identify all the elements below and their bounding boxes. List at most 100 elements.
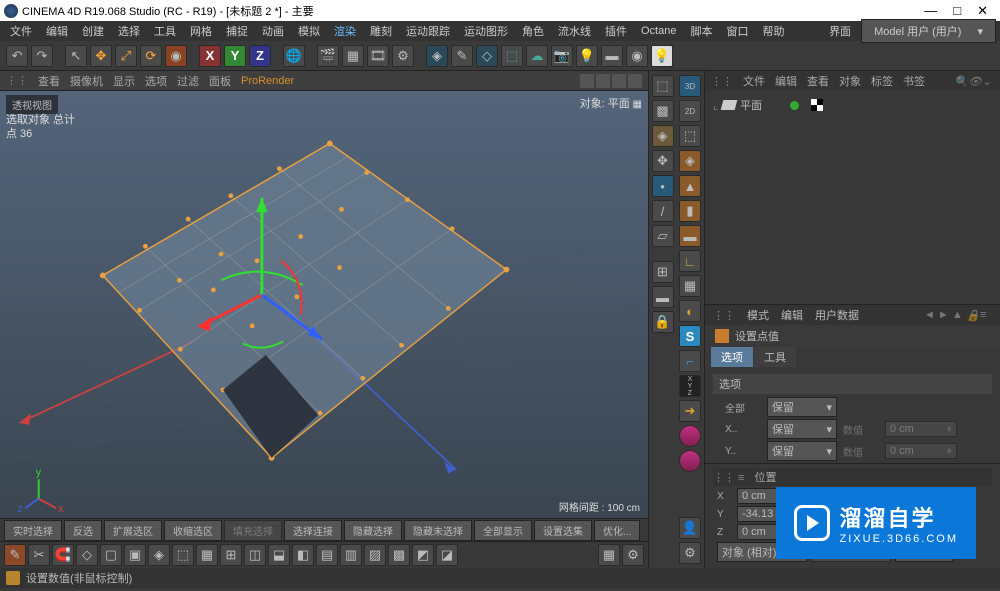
- redo-button[interactable]: ↷: [31, 45, 53, 67]
- all-dropdown[interactable]: 保留▾: [767, 397, 837, 417]
- viewport-3d[interactable]: x y z 透视视图 对象: 平面 ▦ 选取对象 总计 点 36 网格间距 : …: [0, 91, 648, 518]
- vp-menu-camera[interactable]: 摄像机: [70, 73, 103, 89]
- minimize-button[interactable]: —: [924, 3, 937, 19]
- tool-13[interactable]: ▩: [388, 544, 410, 566]
- sc-xyz[interactable]: XYZ: [679, 375, 701, 397]
- render-settings[interactable]: ⚙: [392, 45, 414, 67]
- btn-hide-sel[interactable]: 隐藏选择: [344, 520, 402, 541]
- vp-nav-orbit-icon[interactable]: [612, 74, 626, 88]
- object-row-plane[interactable]: ⌞ 平面: [713, 95, 992, 115]
- x-num-input[interactable]: 0 cm♦: [885, 421, 957, 437]
- obj-menu-bookmarks[interactable]: 书签: [903, 73, 925, 89]
- attr-fwd-icon[interactable]: ►: [938, 309, 950, 321]
- sc-2[interactable]: 2D: [679, 100, 701, 122]
- sc-angle[interactable]: ∟: [679, 250, 701, 272]
- sc-user[interactable]: 👤: [679, 517, 701, 539]
- menu-select[interactable]: 选择: [112, 21, 146, 41]
- x-dropdown[interactable]: 保留▾: [767, 419, 837, 439]
- menu-mesh[interactable]: 网格: [184, 21, 218, 41]
- tool-9[interactable]: ◧: [292, 544, 314, 566]
- vp-menu-prorender[interactable]: ProRender: [241, 75, 294, 87]
- eye-icon[interactable]: 👁: [968, 75, 980, 87]
- btn-live-select[interactable]: 实时选择: [4, 520, 62, 541]
- sc-cone[interactable]: ▲: [679, 175, 701, 197]
- attr-menu-edit[interactable]: 编辑: [781, 307, 803, 323]
- visibility-editor-dot[interactable]: [790, 101, 799, 110]
- tool-brush[interactable]: ✎: [4, 544, 26, 566]
- search-icon[interactable]: 🔍: [954, 75, 966, 87]
- snap-settings[interactable]: ⚙: [622, 544, 644, 566]
- sc-sphere1[interactable]: [679, 425, 701, 447]
- vp-menu-options[interactable]: 选项: [145, 73, 167, 89]
- menu-help[interactable]: 帮助: [756, 21, 790, 41]
- sc-arrow[interactable]: ➜: [679, 400, 701, 422]
- attr-menu-userdata[interactable]: 用户数据: [815, 307, 859, 323]
- tool-6[interactable]: ⊞: [220, 544, 242, 566]
- obj-menu-view[interactable]: 查看: [807, 73, 829, 89]
- axis-x-toggle[interactable]: X: [199, 45, 221, 67]
- sc-3[interactable]: ⬚: [679, 125, 701, 147]
- render-view[interactable]: 🎬: [317, 45, 339, 67]
- tool-poly[interactable]: ◇: [76, 544, 98, 566]
- rotate-tool[interactable]: ⟳: [140, 45, 162, 67]
- tool-2[interactable]: ▣: [124, 544, 146, 566]
- texture-tag-icon[interactable]: [811, 99, 823, 111]
- tool-magnet[interactable]: 🧲: [52, 544, 74, 566]
- object-name[interactable]: 平面: [740, 97, 762, 113]
- mode-points[interactable]: •: [652, 175, 674, 197]
- menu-plugins[interactable]: 插件: [599, 21, 633, 41]
- prim-spline[interactable]: ✎: [451, 45, 473, 67]
- tool-8[interactable]: ⬓: [268, 544, 290, 566]
- obj-menu-tags[interactable]: 标签: [871, 73, 893, 89]
- tool-10[interactable]: ▤: [316, 544, 338, 566]
- sc-disc[interactable]: ◐: [679, 300, 701, 322]
- camera[interactable]: 📷: [551, 45, 573, 67]
- obj-menu-edit[interactable]: 编辑: [775, 73, 797, 89]
- mode-edges[interactable]: /: [652, 200, 674, 222]
- menu-octane[interactable]: Octane: [635, 23, 682, 39]
- sc-s[interactable]: S: [679, 325, 701, 347]
- snap-toggle[interactable]: ▦: [598, 544, 620, 566]
- layout-dropdown[interactable]: Model 用户 (用户)▾: [861, 19, 996, 43]
- last-tool[interactable]: ◉: [165, 45, 187, 67]
- tool-7[interactable]: ◫: [244, 544, 266, 566]
- btn-shrink[interactable]: 收缩选区: [164, 520, 222, 541]
- mode-model[interactable]: ⬚: [652, 75, 674, 97]
- tool-4[interactable]: ⬚: [172, 544, 194, 566]
- vp-nav-layout-icon[interactable]: [628, 74, 642, 88]
- vp-menu-filter[interactable]: 过滤: [177, 73, 199, 89]
- tag[interactable]: ◉: [626, 45, 648, 67]
- mode-object[interactable]: ◈: [652, 125, 674, 147]
- y-num-input[interactable]: 0 cm♦: [885, 443, 957, 459]
- axis-y-toggle[interactable]: Y: [224, 45, 246, 67]
- tool-3[interactable]: ◈: [148, 544, 170, 566]
- menu-edit[interactable]: 编辑: [40, 21, 74, 41]
- sc-sphere2[interactable]: [679, 450, 701, 472]
- tool-15[interactable]: ◪: [436, 544, 458, 566]
- attr-lock-icon[interactable]: 🔒: [966, 309, 978, 321]
- obj-menu-file[interactable]: 文件: [743, 73, 765, 89]
- sc-pipe[interactable]: ⌐: [679, 350, 701, 372]
- cursor-tool[interactable]: ↖: [65, 45, 87, 67]
- menu-pipeline[interactable]: 流水线: [552, 21, 597, 41]
- light[interactable]: 💡: [576, 45, 598, 67]
- vp-nav-pan-icon[interactable]: [580, 74, 594, 88]
- sc-1[interactable]: 3D: [679, 75, 701, 97]
- sc-cylinder[interactable]: ▮: [679, 200, 701, 222]
- attr-menu-icon[interactable]: ≡: [980, 309, 992, 321]
- menu-mograph[interactable]: 运动图形: [458, 21, 514, 41]
- tool-12[interactable]: ▨: [364, 544, 386, 566]
- menu-sculpt[interactable]: 雕刻: [364, 21, 398, 41]
- deformer[interactable]: ⬚: [501, 45, 523, 67]
- maximize-button[interactable]: □: [953, 3, 961, 19]
- tool-5[interactable]: ▦: [196, 544, 218, 566]
- menu-file[interactable]: 文件: [4, 21, 38, 41]
- coord-system[interactable]: 🌐: [283, 45, 305, 67]
- tab-tools[interactable]: 工具: [754, 347, 796, 367]
- tool-14[interactable]: ◩: [412, 544, 434, 566]
- tool-11[interactable]: ▥: [340, 544, 362, 566]
- render-region[interactable]: ▦: [342, 45, 364, 67]
- generator[interactable]: ◇: [476, 45, 498, 67]
- render-pv[interactable]: 🎞: [367, 45, 389, 67]
- axis-z-toggle[interactable]: Z: [249, 45, 271, 67]
